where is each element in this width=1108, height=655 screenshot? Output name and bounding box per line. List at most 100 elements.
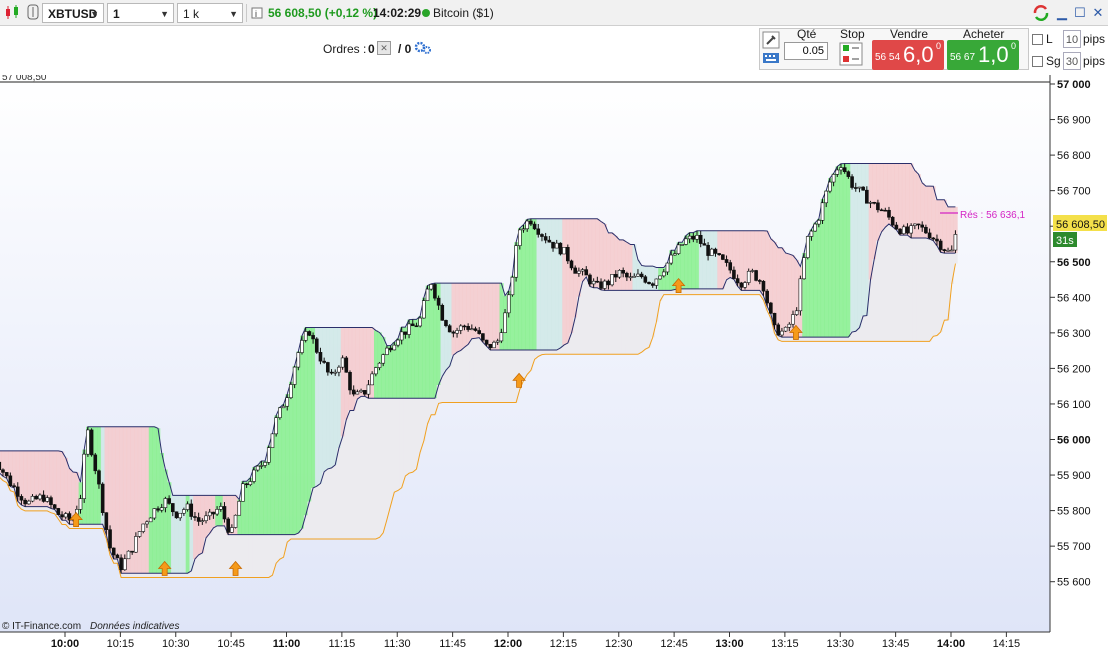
band-segment: [178, 495, 183, 574]
candle-body: [303, 331, 308, 341]
candle-body: [865, 189, 869, 204]
band-segment: [529, 218, 534, 351]
settings-icon[interactable]: [414, 39, 432, 58]
candle-body: [946, 249, 950, 252]
close-icon[interactable]: ✕: [1090, 5, 1106, 21]
stop-pips-input[interactable]: 30: [1063, 52, 1081, 70]
band-segment: [52, 450, 57, 510]
tools-icon[interactable]: [762, 31, 780, 52]
support-zone-segment: [684, 288, 689, 295]
band-segment: [344, 327, 349, 420]
support-zone-segment: [621, 290, 626, 355]
close-orders-icon[interactable]: ✕: [377, 41, 391, 55]
support-zone-segment: [543, 350, 548, 355]
orders-label: Ordres :: [323, 42, 367, 56]
maximize-icon[interactable]: ☐: [1072, 5, 1088, 21]
candlestick-chart-icon[interactable]: [4, 3, 22, 23]
band-segment: [816, 218, 822, 338]
candle-body: [721, 254, 725, 260]
support-zone-segment: [828, 337, 833, 342]
band-segment: [521, 224, 526, 351]
candle-body: [259, 465, 264, 467]
support-zone-segment: [241, 534, 246, 578]
support-zone-segment: [927, 239, 932, 342]
info-icon[interactable]: i: [251, 3, 263, 23]
y-tick-label: 56 200: [1057, 363, 1091, 375]
candle-body: [931, 237, 936, 240]
band-segment: [311, 327, 316, 488]
x-tick-label: 11:30: [384, 638, 411, 650]
sell-button[interactable]: 56 54 6,0 0: [872, 40, 944, 70]
candle-body: [536, 228, 541, 235]
candle-body: [850, 176, 854, 188]
candle-body: [458, 325, 463, 331]
minimize-icon[interactable]: ▁: [1054, 5, 1070, 21]
quantity-input[interactable]: [784, 42, 828, 60]
support-zone-segment: [746, 290, 751, 295]
candle-body: [757, 280, 762, 282]
support-zone-segment: [743, 290, 748, 295]
candle-body: [477, 330, 482, 334]
candle-body: [244, 483, 249, 486]
refresh-icon[interactable]: [1032, 4, 1049, 21]
candle-body: [444, 320, 448, 327]
candle-body: [351, 389, 356, 395]
candle-body: [392, 344, 397, 351]
band-segment: [717, 230, 722, 289]
symbol-select[interactable]: XBTUSD ▼: [42, 3, 104, 23]
band-segment: [809, 229, 814, 338]
support-zone-segment: [879, 231, 884, 342]
y-tick-label: 55 700: [1057, 541, 1091, 553]
sell-price-sup: 0: [936, 41, 942, 51]
support-zone-segment: [396, 398, 401, 491]
candle-body: [86, 429, 90, 455]
candle-body: [761, 280, 766, 292]
candle-body: [15, 486, 20, 497]
support-zone-segment: [122, 573, 128, 578]
orders-total: / 0: [398, 42, 412, 56]
support-zone-segment: [846, 337, 851, 342]
candle-body: [23, 499, 27, 505]
support-zone-segment: [274, 534, 279, 564]
limit-pips-input[interactable]: 10: [1063, 30, 1081, 48]
candle-body: [329, 371, 334, 374]
band-segment: [182, 495, 187, 574]
candle-body: [241, 483, 245, 502]
support-zone-segment: [588, 286, 593, 355]
timeframe-select[interactable]: 1 minute▼: [107, 3, 174, 41]
band-segment: [488, 283, 493, 351]
band-segment: [174, 495, 179, 574]
price-chart[interactable]: 57 008,50 Rés : 56 636,1 57 000 56 900 56 …: [0, 72, 1108, 652]
support-zone-segment: [647, 290, 652, 348]
candle-body: [949, 249, 954, 252]
keyboard-icon[interactable]: [762, 51, 780, 68]
support-zone-segment: [949, 253, 954, 284]
candle-body: [695, 235, 699, 240]
band-segment: [942, 199, 947, 254]
band-segment: [824, 190, 829, 338]
candle-body: [274, 417, 278, 435]
stop-order-icon[interactable]: [839, 42, 863, 69]
support-zone-segment: [661, 290, 667, 295]
chart-canvas[interactable]: 57 008,50 Rés : 56 636,1 57 000 56 900 56 …: [0, 72, 1108, 652]
band-segment: [152, 426, 157, 574]
band-segment: [532, 218, 537, 351]
candle-body: [30, 495, 35, 502]
band-segment: [780, 247, 785, 338]
units-select[interactable]: 1 k unités▼: [177, 3, 243, 41]
link-icon[interactable]: [26, 3, 40, 23]
buy-button[interactable]: 56 67 1,0 0: [947, 40, 1019, 70]
band-segment: [414, 319, 419, 399]
y-tick-label: 56 100: [1057, 399, 1091, 411]
stop-guarantee-checkbox[interactable]: [1032, 56, 1043, 67]
limit-checkbox[interactable]: [1032, 34, 1043, 45]
support-zone-segment: [156, 573, 161, 578]
chevron-down-icon: ▼: [160, 9, 169, 19]
instrument-name: Bitcoin ($1): [433, 6, 494, 20]
credit-note: Données indicatives: [90, 621, 180, 632]
candle-body: [237, 501, 242, 516]
support-zone-segment: [366, 398, 371, 539]
candle-body: [433, 284, 437, 299]
candle-body: [680, 244, 685, 246]
candle-body: [717, 253, 721, 256]
